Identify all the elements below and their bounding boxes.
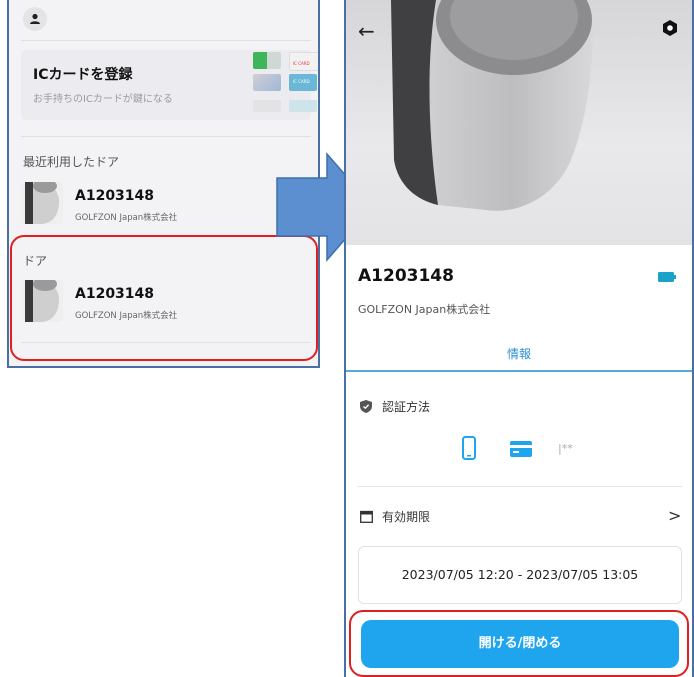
device-org: GOLFZON Japan株式会社 bbox=[358, 303, 491, 316]
validity-period: 2023/07/05 12:20 - 2023/07/05 13:05 bbox=[358, 546, 682, 604]
ic-card-illustration: IC CARD bbox=[289, 74, 317, 91]
divider bbox=[358, 486, 682, 487]
highlight-frame bbox=[349, 610, 689, 677]
top-bar bbox=[9, 0, 318, 40]
recent-door-item[interactable]: A1203148 GOLFZON Japan株式会社 bbox=[21, 182, 311, 228]
tab-info[interactable]: 情報 bbox=[346, 345, 692, 362]
ic-card-subtitle: お手持ちのICカードが鍵になる bbox=[33, 94, 173, 105]
divider bbox=[21, 40, 311, 41]
ic-card-illustration bbox=[253, 74, 281, 91]
ic-card-illustration: IC CARD bbox=[289, 52, 318, 71]
validity-label: 有効期限 bbox=[382, 510, 431, 524]
gear-icon[interactable] bbox=[662, 20, 678, 36]
door-name: A1203148 bbox=[75, 188, 155, 204]
door-org: GOLFZON Japan株式会社 bbox=[75, 213, 178, 223]
ic-card-illustration bbox=[253, 52, 281, 69]
door-detail-screen: ← A1203148 GOLFZON Japan株式会社 情報 認証方法 |**… bbox=[344, 0, 694, 677]
shield-icon bbox=[360, 400, 372, 413]
ic-card-illustration bbox=[289, 100, 317, 112]
calendar-icon bbox=[360, 510, 373, 523]
chevron-right-icon[interactable]: > bbox=[668, 506, 681, 525]
battery-icon bbox=[658, 272, 676, 282]
door-lock-thumbnail bbox=[21, 182, 63, 224]
card-icon bbox=[510, 441, 532, 457]
smartphone-icon bbox=[462, 436, 476, 460]
ic-card-title: ICカードを登録 bbox=[33, 67, 133, 83]
back-arrow-icon[interactable]: ← bbox=[358, 19, 375, 43]
recent-doors-title: 最近利用したドア bbox=[23, 155, 120, 169]
device-name: A1203148 bbox=[358, 266, 454, 286]
ic-card-register-banner[interactable]: ICカードを登録 お手持ちのICカードが鍵になる IC CARD IC CARD bbox=[21, 50, 318, 120]
highlight-frame bbox=[10, 235, 318, 361]
device-hero-image bbox=[346, 0, 692, 245]
avatar[interactable] bbox=[23, 7, 47, 31]
ic-card-illustration bbox=[253, 100, 281, 112]
password-icon: |** bbox=[558, 442, 573, 455]
person-icon bbox=[30, 13, 40, 24]
auth-method-label: 認証方法 bbox=[382, 400, 431, 414]
divider bbox=[21, 136, 311, 137]
tab-underline bbox=[346, 370, 692, 372]
